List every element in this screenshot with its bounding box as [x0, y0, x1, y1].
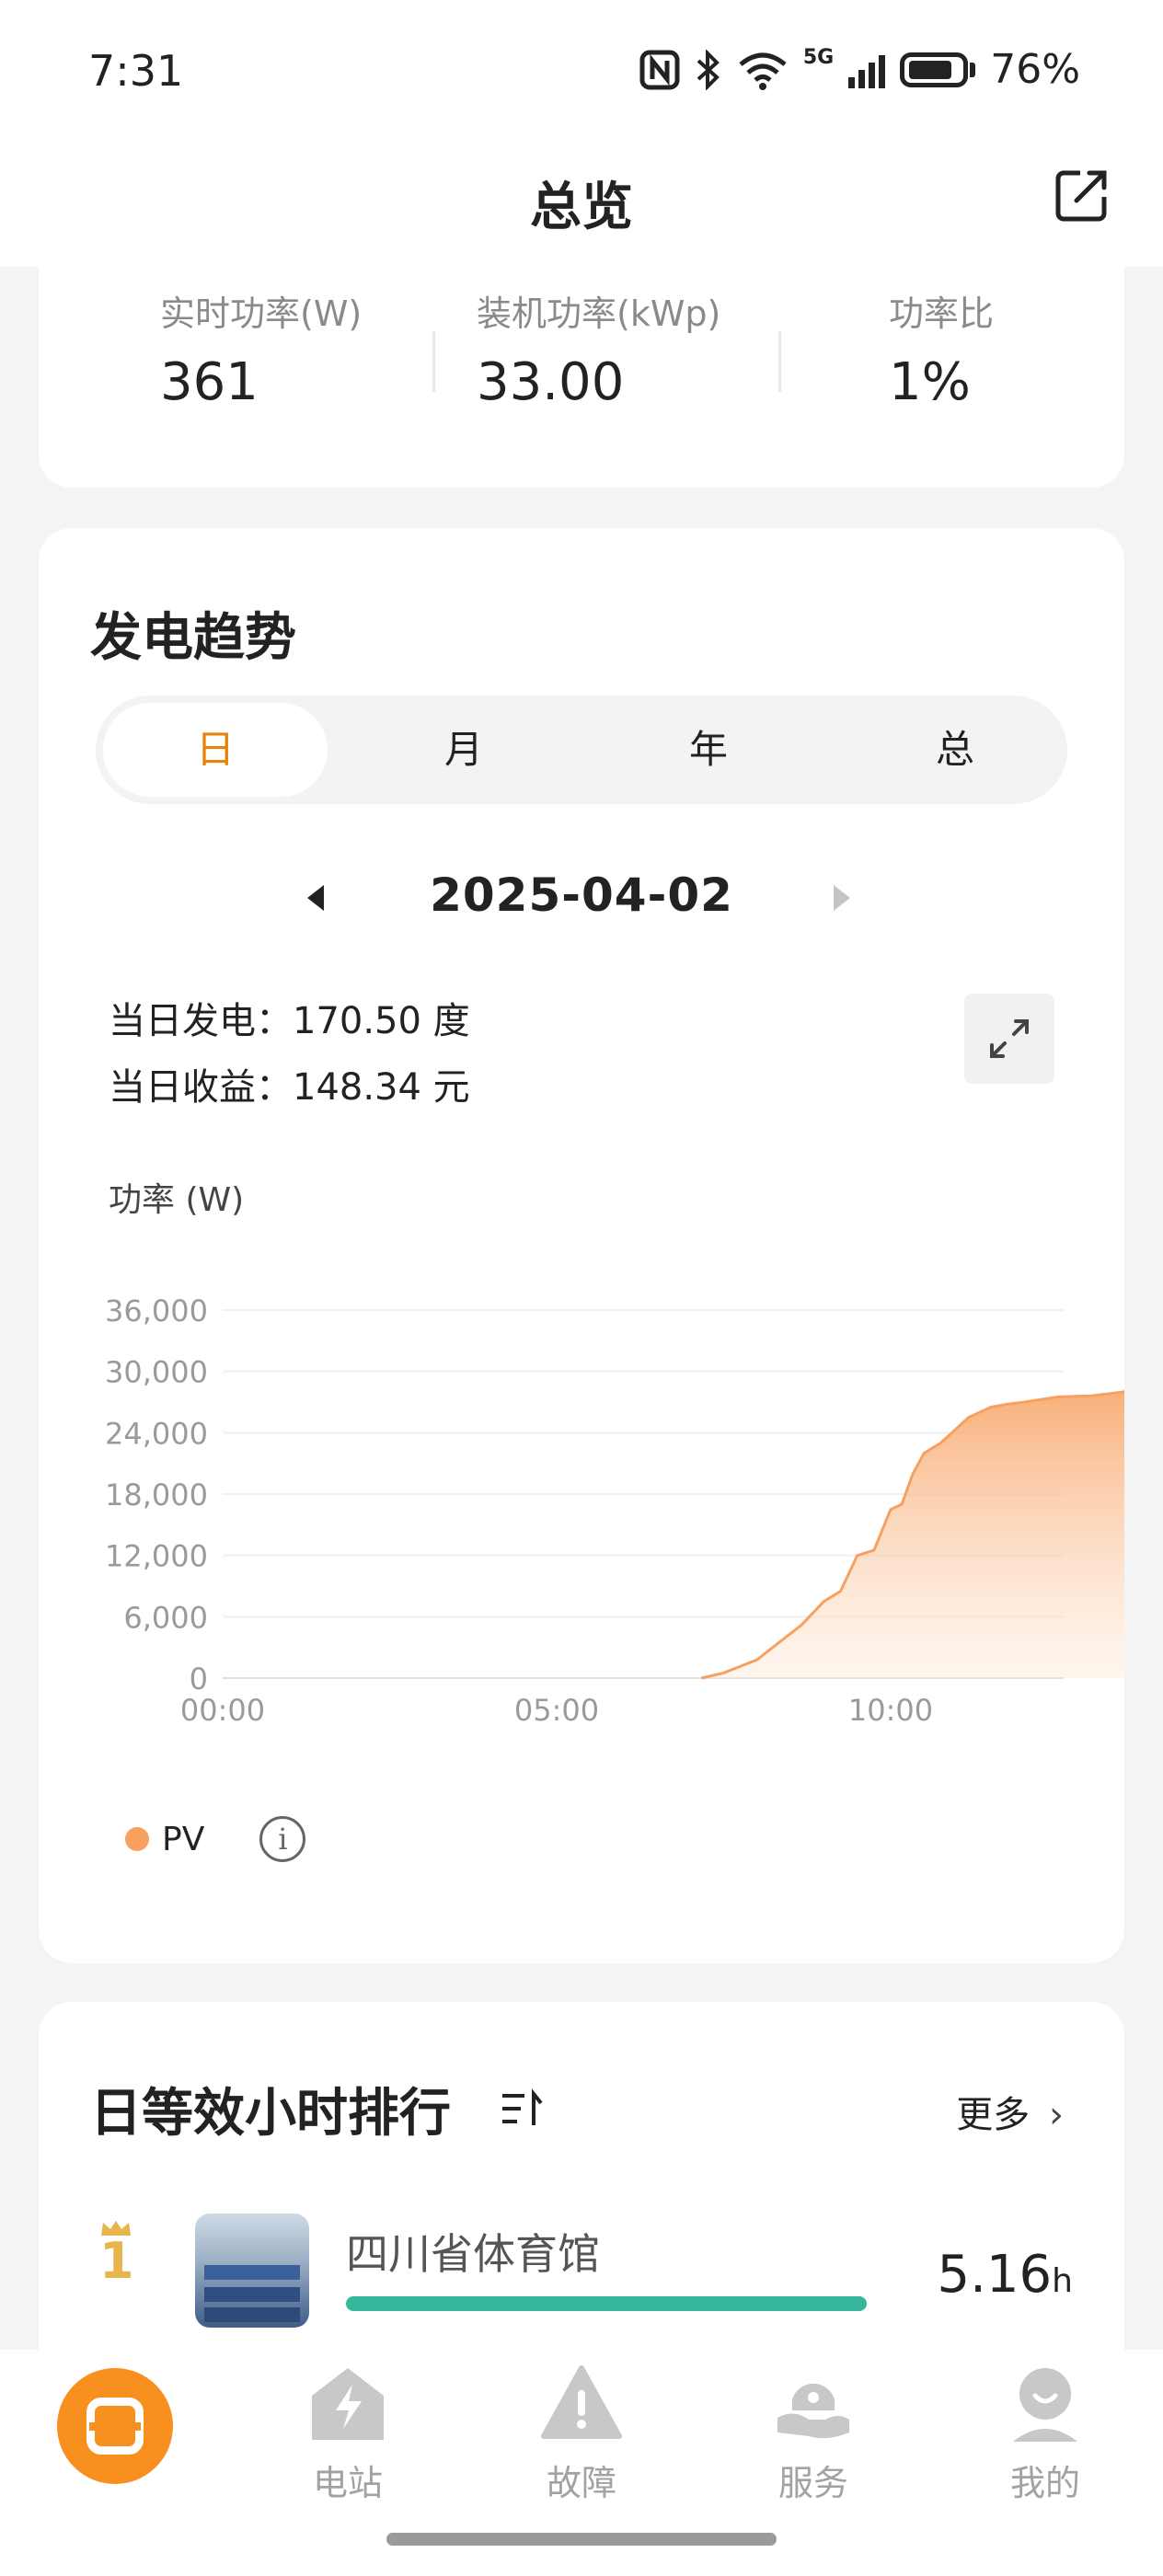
- legend-marker: [125, 1827, 149, 1851]
- tab-year[interactable]: 年: [596, 703, 821, 797]
- stat-label: 装机功率(kWp): [477, 293, 721, 334]
- battery-percent: 76%: [990, 46, 1080, 93]
- profile-icon: [1013, 2368, 1077, 2442]
- status-bar: 7:31 5G 76%: [0, 0, 1163, 138]
- nav-fault[interactable]: 故障: [508, 2363, 655, 2505]
- y-tick-label: 0: [190, 1662, 208, 1696]
- bluetooth-icon: [697, 49, 720, 90]
- overview-icon: [86, 2398, 144, 2455]
- daily-generation: 当日发电：170.50 度: [109, 1000, 470, 1042]
- overview-tab-button[interactable]: [57, 2368, 173, 2484]
- nav-label: 故障: [546, 2463, 616, 2503]
- nav-service[interactable]: 服务: [740, 2363, 887, 2505]
- hours-unit: h: [1052, 2262, 1073, 2300]
- sort-icon[interactable]: [499, 2088, 545, 2129]
- divider: [778, 331, 781, 392]
- page-title: 总览: [530, 178, 633, 237]
- stat-value: 361: [160, 352, 259, 412]
- tab-month[interactable]: 月: [351, 703, 576, 797]
- equivalent-hours: 5.16h: [937, 2245, 1073, 2305]
- ranking-item[interactable]: 1 四川省体育馆 5.16h: [39, 2214, 1124, 2342]
- date-selector: 2025-04-02: [39, 850, 1124, 942]
- y-tick-label: 6,000: [123, 1600, 208, 1635]
- tab-total[interactable]: 总: [843, 703, 1067, 797]
- stat-value: 33.00: [477, 352, 625, 412]
- y-tick-label: 36,000: [105, 1294, 208, 1328]
- share-icon[interactable]: [1053, 166, 1111, 224]
- next-date-arrow-icon[interactable]: [834, 885, 850, 911]
- hours-value: 5.16: [937, 2245, 1053, 2305]
- y-tick-label: 24,000: [105, 1416, 208, 1451]
- station-name: 四川省体育馆: [346, 2229, 600, 2279]
- chevron-right-icon: ›: [1049, 2094, 1064, 2136]
- installed-capacity-stat: 装机功率(kWp) 33.00: [477, 285, 720, 412]
- stat-value: 1%: [889, 352, 971, 412]
- daily-income: 当日收益：148.34 元: [109, 1066, 470, 1109]
- nav-label: 我的: [1009, 2463, 1080, 2503]
- stat-label: 实时功率(W): [160, 293, 363, 334]
- nav-label: 电站: [312, 2463, 383, 2503]
- power-stats-card: 实时功率(W) 361 装机功率(kWp) 33.00 功率比 1%: [39, 239, 1124, 488]
- section-title: 发电趋势: [90, 608, 296, 668]
- power-chart: 功率 (W) 0 6,000 12,000 18,000 24,000 30,000 36,…: [39, 1135, 1163, 1798]
- home-indicator: [386, 2533, 777, 2546]
- stat-label: 功率比: [889, 293, 995, 334]
- power-ratio-stat: 功率比 1%: [889, 285, 994, 412]
- pv-series-area: [701, 1361, 1163, 1678]
- station-thumbnail: [195, 2214, 309, 2328]
- wifi-icon: [739, 52, 787, 90]
- station-icon: [312, 2368, 384, 2440]
- divider: [432, 331, 435, 392]
- expand-icon: [990, 1019, 1029, 1058]
- service-icon: [777, 2383, 849, 2439]
- y-tick-label: 18,000: [105, 1478, 208, 1512]
- generation-trend-card: 发电趋势 日 月 年 总 2025-04-02 当日发电：170.50 度 当日…: [39, 528, 1163, 1963]
- nav-profile[interactable]: 我的: [972, 2363, 1119, 2505]
- legend-label: PV: [162, 1820, 205, 1858]
- more-link[interactable]: 更多 ›: [956, 2085, 1064, 2138]
- info-icon[interactable]: i: [259, 1816, 306, 1862]
- hours-progress-bar: [346, 2296, 867, 2311]
- chart-y-axis-label: 功率 (W): [109, 1181, 244, 1219]
- power-chart-svg: 功率 (W) 0 6,000 12,000 18,000 24,000 30,000 36,…: [105, 1181, 1163, 1728]
- period-tabs: 日 月 年 总: [96, 696, 1067, 804]
- daily-summary: 当日发电：170.50 度 当日收益：148.34 元: [109, 988, 470, 1121]
- battery-tip: [970, 62, 976, 77]
- nfc-icon: [639, 50, 680, 89]
- selected-date[interactable]: 2025-04-02: [39, 868, 1124, 922]
- y-tick-label: 12,000: [105, 1539, 208, 1574]
- network-type: 5G: [802, 46, 835, 69]
- fullscreen-button[interactable]: [964, 994, 1054, 1084]
- battery-icon: [900, 52, 969, 87]
- x-tick-label: 05:00: [514, 1693, 599, 1728]
- warning-icon: [541, 2365, 622, 2439]
- chart-legend: PV i: [125, 1816, 306, 1862]
- nav-label: 服务: [777, 2463, 848, 2503]
- y-tick-label: 30,000: [105, 1355, 208, 1390]
- tab-day[interactable]: 日: [103, 703, 328, 797]
- x-tick-label: 00:00: [180, 1693, 265, 1728]
- section-title: 日等效小时排行: [90, 2084, 451, 2144]
- signal-icon: [848, 52, 886, 88]
- realtime-power-stat: 实时功率(W) 361: [160, 285, 362, 412]
- rank-number: 1: [99, 2232, 134, 2290]
- status-icons: 5G 76%: [639, 46, 1080, 93]
- x-tick-label: 10:00: [848, 1693, 933, 1728]
- nav-station[interactable]: 电站: [274, 2363, 421, 2505]
- status-time: 7:31: [88, 46, 184, 96]
- more-label: 更多: [956, 2094, 1031, 2136]
